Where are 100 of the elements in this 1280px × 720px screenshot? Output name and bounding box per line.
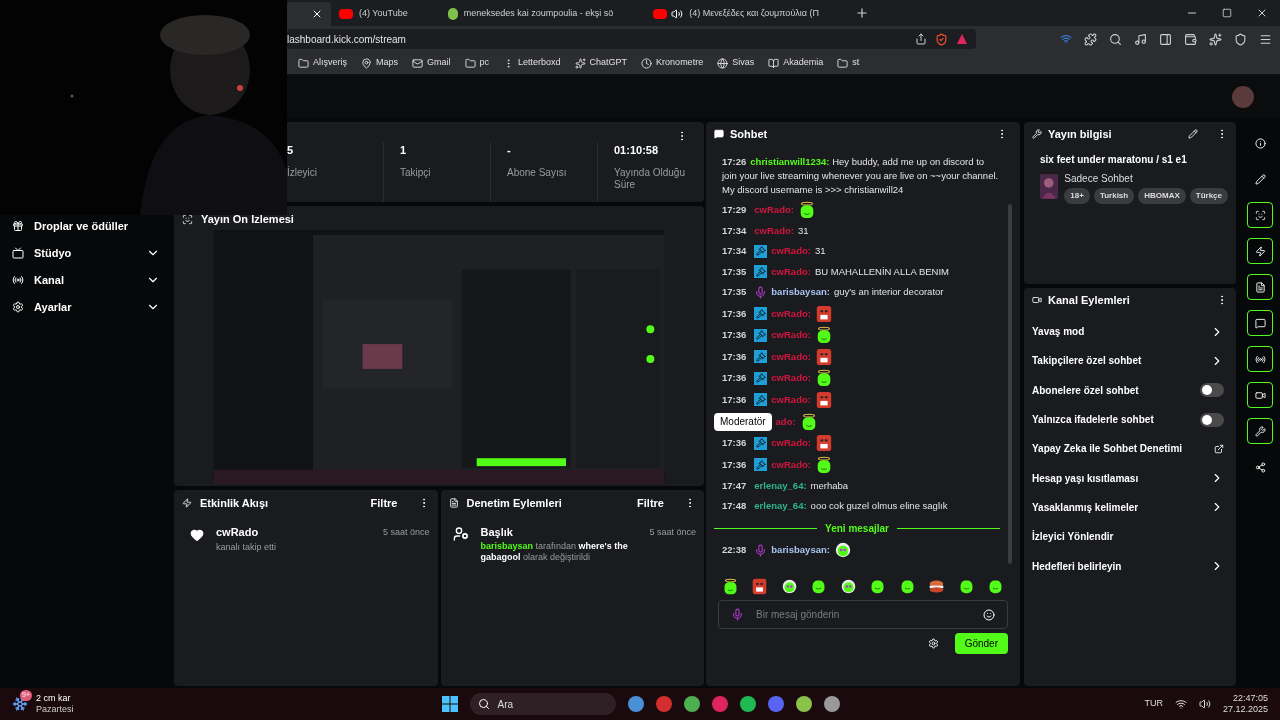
channel-action[interactable]: Yavaş mod [1032,317,1228,347]
bookmark[interactable]: ChatGPT [574,56,628,70]
channel-action[interactable]: Hedefleri belirleyin [1032,551,1228,581]
windows-logo-icon[interactable] [441,696,458,712]
bookmark[interactable]: Maps [361,56,399,70]
app-icon[interactable] [627,696,644,712]
channel-action[interactable]: Yasaklanmış kelimeler [1032,492,1228,523]
settings-icon[interactable] [927,638,939,649]
emoji-icon[interactable] [983,608,995,621]
wrench-icon [1032,129,1042,139]
search-field[interactable]: Ara [469,693,616,715]
headset-face-icon [833,541,852,560]
toolbar-button[interactable] [1247,310,1273,336]
toolbar-button[interactable] [1247,346,1273,372]
tag[interactable]: HBOMAX [1138,188,1186,204]
channel-action[interactable]: Yapay Zeka ile Sohbet Denetimi [1032,434,1228,464]
tag[interactable]: Türkçe [1189,188,1228,204]
tag[interactable]: Turkish [1093,188,1135,204]
app-icon[interactable] [767,696,784,712]
bookmark[interactable]: Kronometre [641,56,704,70]
wallet-icon[interactable] [1184,32,1197,46]
sidebar-item[interactable]: Ayarlar [12,298,160,316]
bookmark[interactable]: Gmail [412,56,451,70]
app-icon[interactable] [683,696,700,712]
panel-title: Etkinlik Akışı [200,495,269,511]
app-icon[interactable] [823,696,840,712]
wifi-icon[interactable] [1174,698,1187,710]
maximize-icon[interactable] [1222,8,1232,18]
toolbar-button[interactable] [1247,202,1273,228]
shield-icon[interactable] [1234,32,1247,46]
channel-action[interactable]: Takipçilere özel sohbet [1032,346,1228,376]
message-input[interactable]: Bir mesaj gönderin [756,607,971,622]
bookmark[interactable]: st [837,56,860,70]
triangle-icon[interactable] [956,33,968,45]
info-icon [1254,137,1266,149]
sidebar-item[interactable]: Droplar ve ödüller [12,217,160,235]
gavel-icon [754,436,768,450]
bookmark[interactable]: Sivas [717,56,755,70]
send-button[interactable]: Gönder [954,633,1008,654]
bookmark[interactable]: Akademia [768,56,824,70]
chat-message: 17:35 cwRado: BU MAHALLENİN ALLA BENIM [722,264,950,281]
language-indicator[interactable]: TUR [1144,697,1163,711]
broadcast-icon [1254,353,1266,365]
chat-message: 17:36 cwRado: [722,347,1000,366]
app-icon[interactable] [711,696,728,712]
close-icon[interactable] [311,8,323,20]
menu-icon[interactable] [1259,32,1272,46]
app-icon[interactable] [795,696,812,712]
channel-action[interactable]: Yalnızca ifadelerle sohbet [1032,404,1228,435]
filter-button[interactable]: Filtre [637,494,664,512]
message-field[interactable]: Bir mesaj gönderin [718,600,1008,629]
camera-icon [1032,295,1042,305]
close-icon[interactable] [1256,7,1268,19]
channel-action[interactable]: İzleyici Yönlendir [1032,522,1228,552]
chat-message: 17:47 erlenay_64: merhaba [722,478,850,493]
sidebar-item[interactable]: Stüdyo [12,244,160,262]
channel-action[interactable]: Hesap yaşı kısıtlaması [1032,463,1228,493]
app-icon[interactable] [655,696,672,712]
stat-value: 01:10:58 [614,143,660,158]
bookmark[interactable]: pc [464,56,490,70]
activity-item[interactable]: cwRado kanalı takip etti 5 saat önce [182,524,430,554]
browser-tab[interactable]: meneksedes kai zoumpoulia - ekşi sö [439,2,622,26]
shield-icon[interactable] [935,32,948,46]
panel-title: Kanal Eylemleri [1048,292,1130,308]
filter-button[interactable]: Filtre [370,494,398,512]
speaker-icon[interactable] [1198,698,1211,710]
app-icon[interactable] [739,696,756,712]
bookmark[interactable]: Letterboxd [503,56,561,70]
moderation-item[interactable]: Başlık barisbaysan tarafından where's the gabagool olarak değiştirildi 5 saat önce [448,524,696,563]
music-icon[interactable] [1134,32,1147,46]
pencil-icon[interactable] [1188,129,1198,139]
tooltip: Moderatör [714,412,772,431]
gavel-icon [754,328,768,342]
toggle-switch[interactable] [1200,412,1224,427]
microphone-icon [731,608,744,621]
bookmark[interactable]: Alışveriş [298,56,347,70]
toolbar-button[interactable] [1247,382,1273,408]
new-tab-icon[interactable] [855,6,869,20]
sidebar-item[interactable]: Kanal [12,271,160,289]
globe-icon [717,57,729,69]
clock-date: 27.12.2025 [1222,704,1268,715]
sparkle-icon[interactable] [1209,32,1222,46]
lightning-icon [182,498,192,508]
external-link-icon [1214,443,1224,454]
toggle-switch[interactable] [1200,383,1224,398]
toolbar-button[interactable] [1247,274,1273,300]
address-bar[interactable]: lashboard.kick.com/stream [287,29,976,49]
search-icon[interactable] [1109,32,1122,46]
tag[interactable]: 18+ [1064,188,1090,204]
camera-icon [1254,389,1266,401]
toolbar-button[interactable] [1247,418,1273,444]
sidebar-icon[interactable] [1159,32,1172,46]
gavel-icon [754,458,768,472]
puzzle-icon[interactable] [1084,32,1097,46]
panel-title: Denetim Eylemleri [466,495,562,511]
toolbar-button[interactable] [1247,238,1273,264]
browser-tab[interactable]: (4) YouTube [331,2,416,26]
browser-tab[interactable]: (4) Μενεξέδες και ζουμπούλια (Π [645,2,827,26]
channel-action[interactable]: Abonelere özel sohbet [1032,375,1228,405]
share-icon[interactable] [915,33,927,45]
